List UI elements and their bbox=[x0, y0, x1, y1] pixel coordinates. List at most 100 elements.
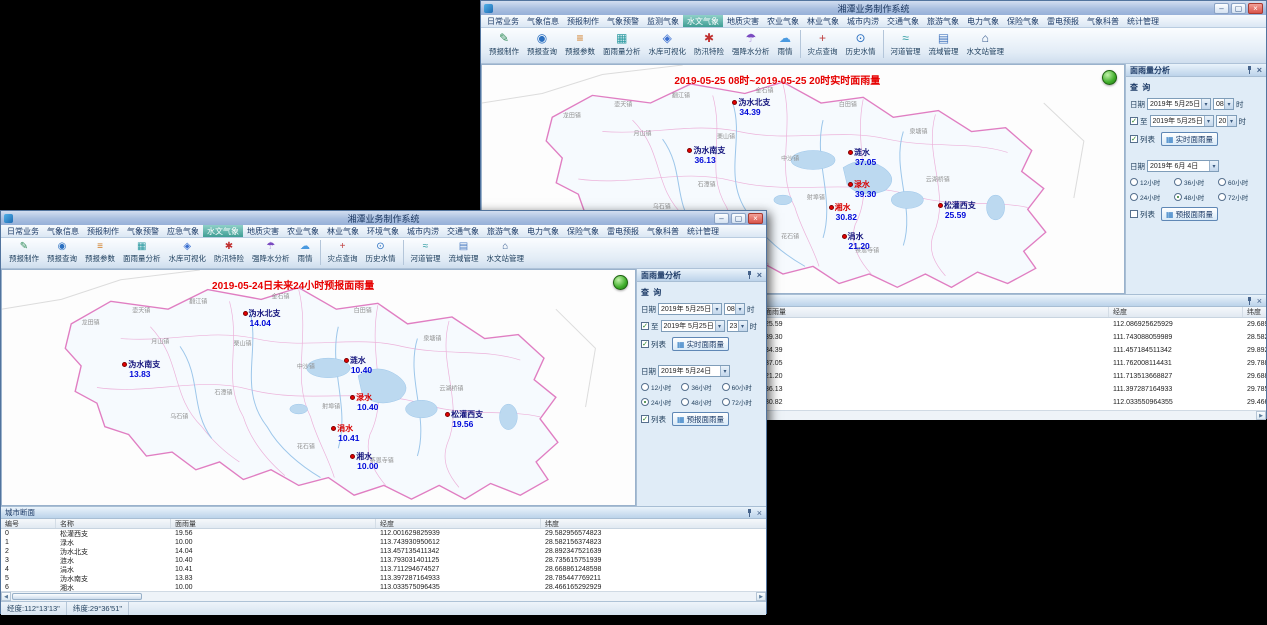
minimize-button[interactable]: – bbox=[1214, 3, 1229, 14]
list-checkbox[interactable]: ✓ bbox=[1130, 135, 1138, 143]
menu-tab[interactable]: 气象信息 bbox=[523, 15, 563, 27]
scroll-left-icon[interactable]: ◀ bbox=[1, 592, 11, 601]
maximize-button[interactable]: ▢ bbox=[1231, 3, 1246, 14]
column-header[interactable]: 经度 bbox=[1109, 307, 1243, 317]
toolbar-button[interactable]: + 灾点查询 bbox=[324, 240, 362, 265]
menu-tab[interactable]: 应急气象 bbox=[163, 225, 203, 237]
panel-close-icon[interactable]: × bbox=[757, 271, 762, 279]
table-row[interactable]: 0 松灌西支 19.56 112.001629825939 29.5829565… bbox=[1, 529, 766, 538]
menu-tab[interactable]: 雷电预报 bbox=[1043, 15, 1083, 27]
menu-tab[interactable]: 日常业务 bbox=[483, 15, 523, 27]
menu-tab[interactable]: 预报制作 bbox=[563, 15, 603, 27]
column-header[interactable]: 面雨量 bbox=[171, 519, 376, 528]
front-titlebar[interactable]: 湘潭业务制作系统 – ▢ × bbox=[1, 211, 766, 225]
menu-tab[interactable]: 水文气象 bbox=[683, 15, 723, 27]
toolbar-button[interactable]: ⌂ 水文站管理 bbox=[963, 30, 1009, 58]
toolbar-button[interactable]: ⊙ 历史水情 bbox=[362, 240, 404, 265]
realtime-rainfall-button[interactable]: ▦实时面雨量 bbox=[1161, 132, 1218, 146]
to-checkbox[interactable]: ✓ bbox=[641, 322, 649, 330]
column-header[interactable]: 经度 bbox=[376, 519, 541, 528]
menu-tab[interactable]: 水文气象 bbox=[203, 225, 243, 237]
table-row[interactable]: 1 渌水 10.00 113.743930950612 28.582156374… bbox=[1, 538, 766, 547]
toolbar-button[interactable]: ✱ 防汛特险 bbox=[210, 240, 248, 265]
menu-tab[interactable]: 农业气象 bbox=[763, 15, 803, 27]
toolbar-button[interactable]: ≈ 河道管理 bbox=[887, 30, 925, 58]
column-header[interactable]: 纬度 bbox=[1243, 307, 1266, 317]
toolbar-button[interactable]: ▦ 面雨量分析 bbox=[119, 240, 165, 265]
toolbar-button[interactable]: ◉ 预报查询 bbox=[43, 240, 81, 265]
minimize-button[interactable]: – bbox=[714, 213, 729, 224]
duration-radio[interactable]: 72小时 bbox=[722, 397, 762, 407]
toolbar-button[interactable]: ✎ 预报制作 bbox=[485, 30, 523, 58]
end-hour-select[interactable]: 20▾ bbox=[1216, 115, 1237, 127]
pin-icon[interactable] bbox=[746, 271, 753, 279]
map-canvas[interactable]: 龙田镇壶天镇翻江镇金石镇白田镇月山镇栗山镇中沙镇泉塘镇云湖桥镇石潭镇乌石镇射埠镇… bbox=[1, 269, 636, 506]
menu-tab[interactable]: 日常业务 bbox=[3, 225, 43, 237]
realtime-rainfall-button[interactable]: ▦实时面雨量 bbox=[672, 337, 729, 351]
menu-tab[interactable]: 地质灾害 bbox=[243, 225, 283, 237]
duration-radio[interactable]: 12小时 bbox=[641, 382, 681, 392]
end-hour-select[interactable]: 23▾ bbox=[727, 320, 748, 332]
toolbar-button[interactable]: ☂ 强降水分析 bbox=[728, 30, 774, 58]
duration-radio[interactable]: 12小时 bbox=[1130, 177, 1174, 187]
menu-tab[interactable]: 气象科普 bbox=[1083, 15, 1123, 27]
column-header[interactable]: 编号 bbox=[1, 519, 56, 528]
toolbar-button[interactable]: ⊙ 历史水情 bbox=[842, 30, 884, 58]
toolbar-button[interactable]: ▤ 流域管理 bbox=[445, 240, 483, 265]
table-row[interactable]: 5 沩水南支 13.83 113.397287164933 28.7854477… bbox=[1, 574, 766, 583]
forecast-date-select[interactable]: 2019年 5月24日▾ bbox=[658, 365, 730, 377]
map-locate-button[interactable] bbox=[1102, 70, 1117, 85]
start-date-select[interactable]: 2019年 5月25日▾ bbox=[1147, 98, 1211, 110]
table-row[interactable]: 6 湘水 10.00 113.033575096435 28.466165292… bbox=[1, 583, 766, 591]
panel-close-icon[interactable]: × bbox=[1257, 66, 1262, 74]
start-hour-select[interactable]: 08▾ bbox=[724, 303, 745, 315]
toolbar-button[interactable]: ☁ 雨情 bbox=[294, 240, 321, 265]
toolbar-button[interactable]: ◈ 水库可视化 bbox=[165, 240, 211, 265]
menu-tab[interactable]: 保险气象 bbox=[1003, 15, 1043, 27]
menu-tab[interactable]: 气象预警 bbox=[603, 15, 643, 27]
menu-tab[interactable]: 气象信息 bbox=[43, 225, 83, 237]
duration-radio[interactable]: 60小时 bbox=[1218, 177, 1262, 187]
back-titlebar[interactable]: 湘潭业务制作系统 – ▢ × bbox=[481, 1, 1266, 15]
menu-tab[interactable]: 林业气象 bbox=[803, 15, 843, 27]
scroll-right-icon[interactable]: ▶ bbox=[756, 592, 766, 601]
menu-tab[interactable]: 保险气象 bbox=[563, 225, 603, 237]
column-header[interactable]: 名称 bbox=[56, 519, 171, 528]
menu-tab[interactable]: 环境气象 bbox=[363, 225, 403, 237]
duration-radio[interactable]: 60小时 bbox=[722, 382, 762, 392]
menu-tab[interactable]: 地质灾害 bbox=[723, 15, 763, 27]
pin-icon[interactable] bbox=[1246, 66, 1253, 74]
end-date-select[interactable]: 2019年 5月25日▾ bbox=[1150, 115, 1214, 127]
toolbar-button[interactable]: ≡ 预报参数 bbox=[81, 240, 119, 265]
menu-tab[interactable]: 农业气象 bbox=[283, 225, 323, 237]
menu-tab[interactable]: 城市内涝 bbox=[403, 225, 443, 237]
duration-radio[interactable]: 24小时 bbox=[1130, 192, 1174, 202]
toolbar-button[interactable]: + 灾点查询 bbox=[804, 30, 842, 58]
menu-tab[interactable]: 电力气象 bbox=[523, 225, 563, 237]
toolbar-button[interactable]: ▦ 面雨量分析 bbox=[599, 30, 645, 58]
map-locate-button[interactable] bbox=[613, 275, 628, 290]
menu-tab[interactable]: 统计管理 bbox=[1123, 15, 1163, 27]
scroll-right-icon[interactable]: ▶ bbox=[1256, 411, 1266, 420]
menu-tab[interactable]: 气象预警 bbox=[123, 225, 163, 237]
duration-radio[interactable]: 24小时 bbox=[641, 397, 681, 407]
toolbar-button[interactable]: ☂ 强降水分析 bbox=[248, 240, 294, 265]
menu-tab[interactable]: 旅游气象 bbox=[483, 225, 523, 237]
forecast-rainfall-button[interactable]: ▦预报面雨量 bbox=[672, 412, 729, 426]
table-row[interactable]: 2 沩水北支 14.04 113.457135411342 28.8923475… bbox=[1, 547, 766, 556]
toolbar-button[interactable]: ▤ 流域管理 bbox=[925, 30, 963, 58]
duration-radio[interactable]: 72小时 bbox=[1218, 192, 1262, 202]
toolbar-button[interactable]: ◈ 水库可视化 bbox=[645, 30, 691, 58]
toolbar-button[interactable]: ◉ 预报查询 bbox=[523, 30, 561, 58]
menu-tab[interactable]: 统计管理 bbox=[683, 225, 723, 237]
menu-tab[interactable]: 监测气象 bbox=[643, 15, 683, 27]
close-button[interactable]: × bbox=[748, 213, 763, 224]
menu-tab[interactable]: 交通气象 bbox=[883, 15, 923, 27]
toolbar-button[interactable]: ✱ 防汛特险 bbox=[690, 30, 728, 58]
menu-tab[interactable]: 交通气象 bbox=[443, 225, 483, 237]
menu-tab[interactable]: 气象科普 bbox=[643, 225, 683, 237]
scrollbar-thumb[interactable] bbox=[12, 593, 142, 600]
menu-tab[interactable]: 城市内涝 bbox=[843, 15, 883, 27]
dock-close-icon[interactable]: × bbox=[1257, 297, 1262, 305]
forecast-list-checkbox[interactable] bbox=[1130, 210, 1138, 218]
